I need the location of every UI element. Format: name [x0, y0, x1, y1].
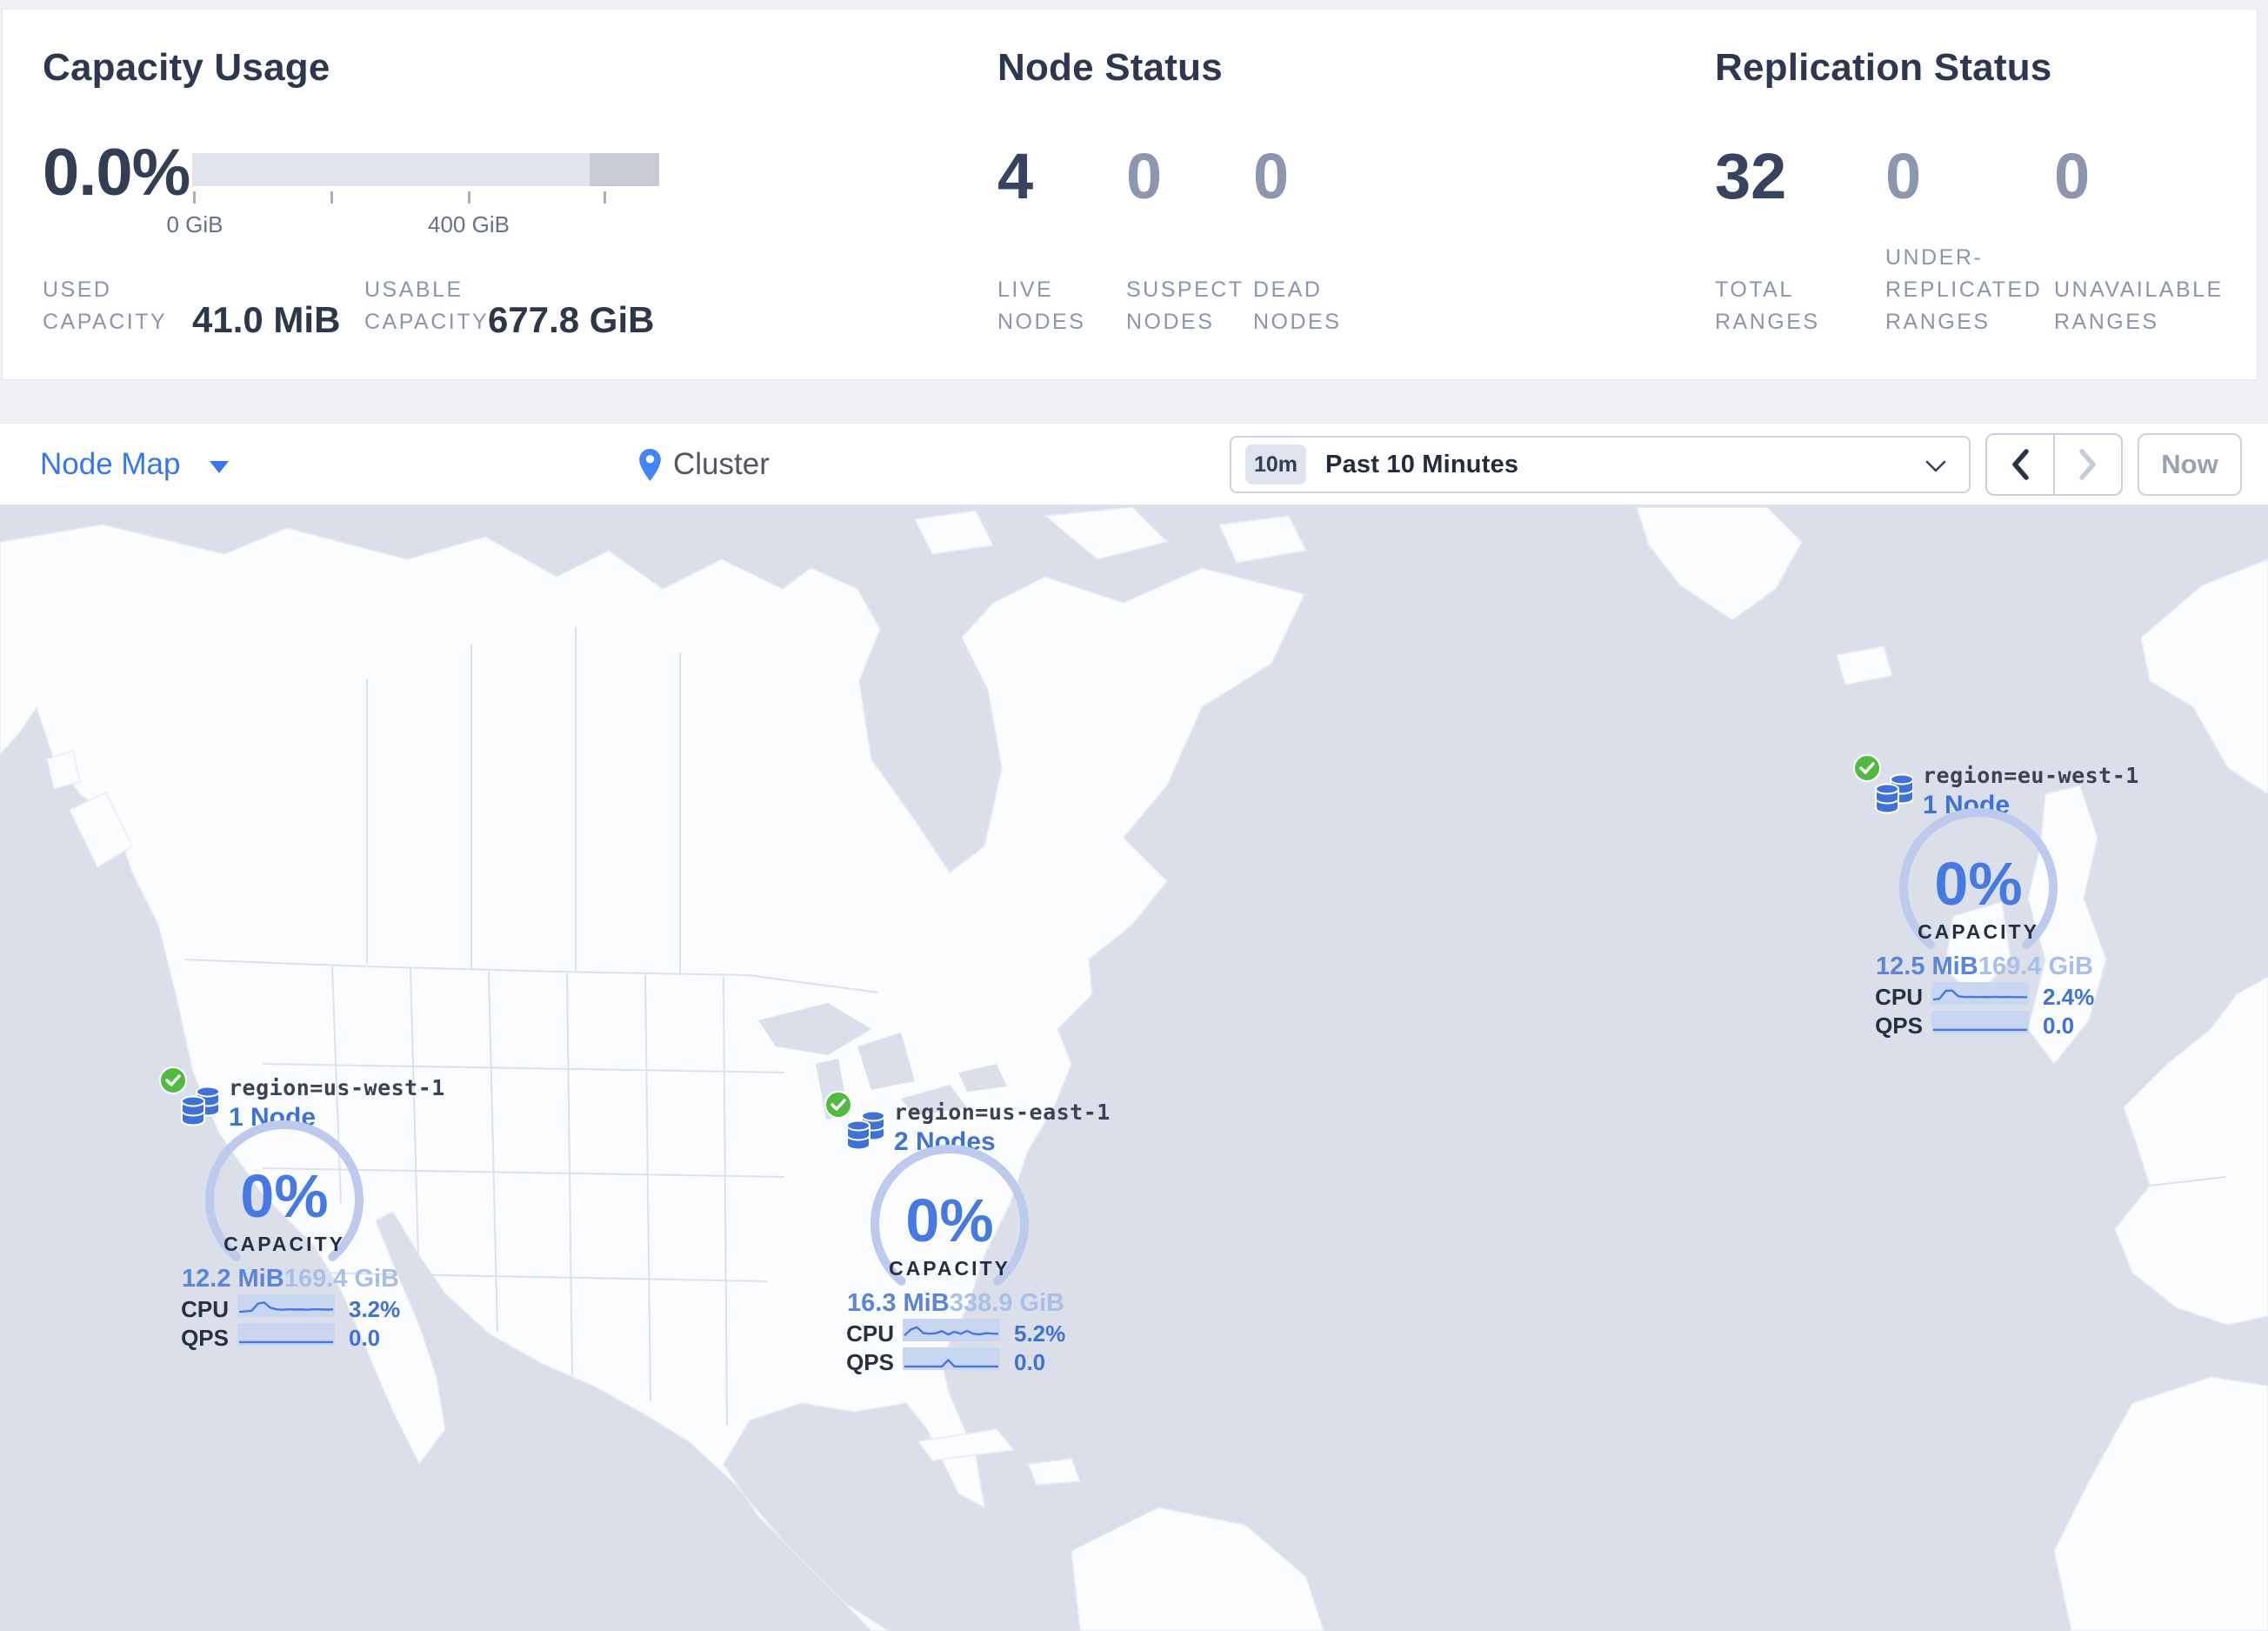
suspect-nodes-label: SUSPECT NODES	[1126, 277, 1244, 334]
region-total-capacity: 169.4 GiB	[1978, 953, 2093, 980]
hispaniola	[1026, 1458, 1082, 1486]
cluster-overview-page: Capacity Usage 0.0% 0 GiB 400 GiB USED C…	[0, 0, 2268, 1631]
capacity-axis-tick	[330, 191, 333, 204]
time-range-badge: 10m	[1245, 445, 1307, 485]
time-step-buttons	[1985, 433, 2123, 496]
region-label: region=us-east-1	[894, 1100, 1111, 1125]
region-marker-us-east-1[interactable]: region=us-east-1 2 Nodes 0% CAPACITY 16.…	[798, 1089, 1110, 1385]
view-selector-label: Node Map	[40, 447, 181, 481]
live-nodes-label: LIVE NODES	[997, 277, 1086, 334]
region-used-capacity: 12.5 MiB	[1876, 953, 1978, 980]
cpu-value: 5.2%	[1014, 1320, 1066, 1347]
capacity-axis-tick	[468, 191, 470, 204]
used-capacity-label: USED CAPACITY	[43, 277, 168, 334]
chevron-down-icon	[1925, 460, 1946, 472]
step-back-button[interactable]	[1987, 435, 2055, 494]
cpu-label: CPU	[1875, 984, 1923, 1010]
cpu-sparkline	[903, 1319, 1000, 1341]
cpu-sparkline	[237, 1294, 335, 1317]
region-used-capacity: 12.2 MiB	[182, 1265, 284, 1293]
capacity-axis-tick	[604, 191, 606, 204]
region-total-capacity: 169.4 GiB	[284, 1265, 399, 1293]
breadcrumb-label: Cluster	[673, 447, 770, 481]
region-marker-eu-west-1[interactable]: region=eu-west-1 1 Node 0% CAPACITY 12.5…	[1827, 752, 2138, 1048]
breadcrumb[interactable]: Cluster	[639, 424, 770, 505]
capacity-usage-title: Capacity Usage	[43, 46, 330, 89]
time-range-label: Past 10 Minutes	[1325, 450, 1519, 478]
cpu-value: 3.2%	[349, 1296, 401, 1322]
region-total-capacity: 338.9 GiB	[949, 1289, 1064, 1317]
usable-capacity-value: 677.8 GiB	[488, 299, 655, 340]
total-ranges-label: TOTAL RANGES	[1715, 277, 1820, 334]
capacity-used-percent: 0.0%	[43, 136, 190, 210]
region-capacity-caption: CAPACITY	[1918, 920, 2039, 943]
region-capacity-percent: 0%	[1934, 850, 2023, 918]
cpu-value: 2.4%	[2043, 984, 2095, 1010]
cpu-label: CPU	[181, 1296, 229, 1322]
node-map: region=us-west-1 1 Node 0% CAPACITY 12.2…	[0, 505, 2268, 1631]
under-replicated-ranges-count: 0	[1885, 140, 1922, 212]
time-range-selector[interactable]: 10m Past 10 Minutes	[1230, 436, 1971, 493]
live-nodes-count: 4	[997, 140, 1034, 212]
total-ranges-count: 32	[1715, 140, 1787, 212]
chevron-left-icon	[2012, 449, 2029, 480]
view-selector-node-map[interactable]: Node Map	[40, 424, 230, 505]
qps-label: QPS	[1875, 1013, 1923, 1039]
qps-label: QPS	[181, 1325, 229, 1351]
capacity-bar	[192, 153, 659, 186]
region-marker-us-west-1[interactable]: region=us-west-1 1 Node 0% CAPACITY 12.2…	[133, 1065, 444, 1360]
chevron-right-icon	[2079, 449, 2096, 480]
region-capacity-percent: 0%	[905, 1186, 994, 1254]
cpu-label: CPU	[846, 1320, 894, 1347]
capacity-bar-dark-segment	[590, 153, 659, 186]
step-forward-button[interactable]	[2055, 435, 2121, 494]
capacity-axis-tick	[193, 191, 196, 204]
region-capacity-caption: CAPACITY	[223, 1233, 345, 1255]
region-capacity-caption: CAPACITY	[889, 1257, 1011, 1280]
node-status-title: Node Status	[997, 46, 1223, 89]
qps-value: 0.0	[2043, 1013, 2075, 1039]
cluster-summary-panel: Capacity Usage 0.0% 0 GiB 400 GiB USED C…	[2, 9, 2258, 380]
under-replicated-ranges-label: UNDER-REPLICATED RANGES	[1885, 245, 2043, 334]
qps-value: 0.0	[349, 1325, 381, 1351]
qps-label: QPS	[846, 1349, 894, 1375]
replication-status-title: Replication Status	[1715, 46, 2052, 89]
caret-down-icon	[210, 461, 230, 473]
cpu-sparkline	[1931, 982, 2029, 1005]
region-capacity-percent: 0%	[240, 1162, 329, 1230]
capacity-axis-label-400: 400 GiB	[428, 211, 510, 237]
unavailable-ranges-label: UNAVAILABLE RANGES	[2054, 277, 2224, 334]
qps-sparkline	[237, 1323, 335, 1346]
qps-sparkline	[1931, 1011, 2029, 1033]
map-toolbar: Node Map Cluster 10m Past 10 Minutes Now	[0, 423, 2268, 505]
suspect-nodes-count: 0	[1126, 140, 1163, 212]
unavailable-ranges-count: 0	[2054, 140, 2091, 212]
map-pin-icon	[639, 448, 661, 481]
dead-nodes-label: DEAD NODES	[1253, 277, 1342, 334]
now-button[interactable]: Now	[2138, 433, 2242, 496]
qps-value: 0.0	[1014, 1349, 1046, 1375]
region-used-capacity: 16.3 MiB	[847, 1289, 950, 1317]
region-label: region=eu-west-1	[1923, 763, 2139, 788]
used-capacity-value: 41.0 MiB	[192, 299, 341, 340]
region-label: region=us-west-1	[229, 1075, 445, 1100]
dead-nodes-count: 0	[1253, 140, 1290, 212]
capacity-axis-label-0: 0 GiB	[166, 211, 223, 237]
qps-sparkline	[903, 1347, 1000, 1370]
